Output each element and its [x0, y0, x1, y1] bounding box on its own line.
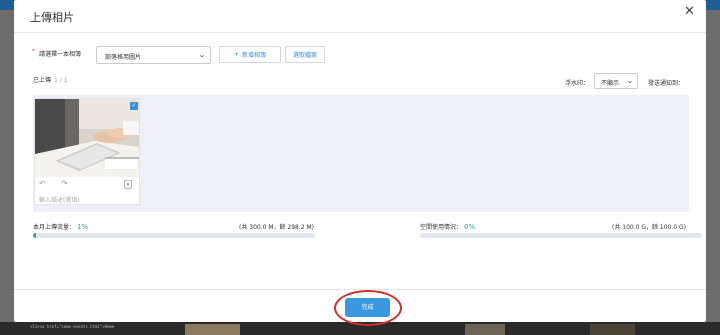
new-album-label: 新增相簿 — [242, 52, 267, 59]
rotate-right-icon[interactable]: ↷ — [61, 179, 68, 188]
background-thumbnail — [185, 324, 240, 335]
chevron-down-icon: ⌄ — [626, 77, 634, 85]
highlight-circle — [334, 290, 402, 326]
photo-card-tools: ↶ ↷ ▾ — [35, 179, 139, 191]
plus-icon: + — [233, 51, 239, 58]
album-select-value: 部落格用圖片 — [105, 54, 142, 61]
laptop-photo-image — [35, 99, 139, 177]
background-thumbnail — [465, 324, 505, 335]
photo-options-icon[interactable]: ▾ — [124, 180, 132, 189]
pick-files-button[interactable]: 選取檔案 — [285, 46, 325, 63]
space-usage-total: (共 100.0 G，餘 100.0 G) — [612, 224, 686, 231]
close-icon[interactable]: ✕ — [684, 5, 695, 18]
chevron-down-icon: ⌄ — [198, 51, 206, 59]
background-code-snippet: <li><a href="some-events.html">Home — [30, 324, 115, 329]
check-icon[interactable]: ✓ — [130, 102, 138, 110]
space-usage-label: 空間使用情況： — [420, 224, 463, 231]
page-backdrop-left — [0, 10, 14, 335]
watermark-select-value: 不顯示 — [601, 80, 620, 87]
uploaded-status: 已上傳 1 / 1 — [33, 75, 68, 84]
album-select[interactable]: 部落格用圖片 ⌄ — [96, 46, 211, 64]
send-notice-label: 發送通知到： — [648, 80, 685, 87]
space-usage: 空間使用情況： 0% — [420, 222, 475, 231]
page-backdrop-right — [706, 10, 720, 335]
uploaded-label: 已上傳 — [33, 77, 52, 84]
uploaded-photos-area: ✓ ↶ ↷ ▾ 輸入描述(選填) — [33, 95, 689, 212]
monthly-quota-bar — [33, 233, 315, 238]
monthly-quota: 本月上傳流量： 1% — [33, 222, 88, 231]
photo-thumbnail[interactable] — [35, 99, 139, 177]
photo-caption-input[interactable]: 輸入描述(選填) — [39, 195, 80, 204]
new-album-button[interactable]: + 新增相簿 — [219, 46, 281, 63]
uploaded-count: 1 / 1 — [54, 77, 68, 84]
space-usage-percent: 0% — [464, 223, 476, 231]
watermark-label: 浮水印： — [565, 80, 590, 87]
required-mark: * — [32, 48, 35, 55]
monthly-quota-total: (共 300.0 M，餘 298.2 M) — [239, 224, 315, 231]
album-label: 請選擇一本相簿 — [39, 51, 82, 58]
background-thumbnail — [590, 324, 635, 335]
monthly-quota-label: 本月上傳流量： — [33, 224, 76, 231]
monthly-quota-percent: 1% — [77, 223, 89, 231]
pick-files-label: 選取檔案 — [292, 52, 317, 59]
rotate-left-icon[interactable]: ↶ — [39, 179, 46, 188]
header-divider — [14, 32, 706, 33]
watermark-select[interactable]: 不顯示 ⌄ — [594, 73, 638, 89]
monthly-quota-fill — [33, 233, 36, 238]
space-usage-bar — [420, 233, 702, 238]
photo-card[interactable]: ✓ ↶ ↷ ▾ 輸入描述(選填) — [34, 98, 140, 205]
upload-photos-modal: 上傳相片 ✕ * 請選擇一本相簿 部落格用圖片 ⌄ + 新增相簿 選取檔案 已上… — [14, 0, 706, 326]
modal-title: 上傳相片 — [30, 11, 74, 24]
